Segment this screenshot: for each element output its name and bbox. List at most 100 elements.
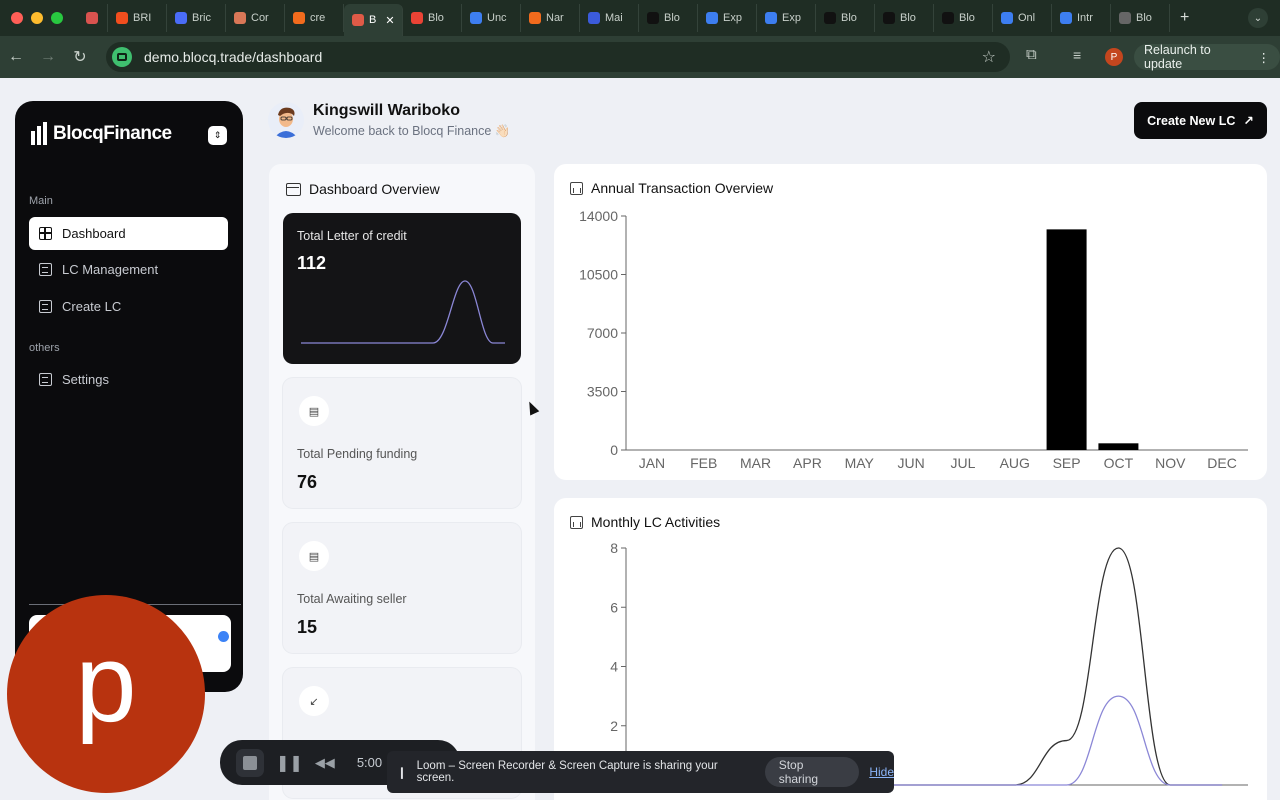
browser-tab[interactable]: Blo [403, 4, 462, 32]
sidebar-item-label: Create LC [62, 299, 122, 314]
browser-tab[interactable]: BRI [108, 4, 167, 32]
minimize-window-button[interactable] [31, 12, 43, 24]
favicon-icon [1119, 12, 1131, 24]
stat-card-awaiting-seller[interactable]: ▤ Total Awaiting seller 15 [283, 523, 521, 653]
sidebar-item-dashboard[interactable]: Dashboard [29, 217, 228, 250]
reload-icon[interactable]: ↻ [64, 47, 96, 67]
card-icon: ▤ [299, 541, 329, 571]
document-icon [39, 300, 52, 313]
favicon-icon [352, 14, 364, 26]
close-tab-icon[interactable]: ✕ [385, 14, 394, 27]
browser-tab[interactable]: Blo [1111, 4, 1170, 32]
favicon-icon [86, 12, 98, 24]
media-controls-icon[interactable]: ≡ [1073, 47, 1081, 63]
document-icon [39, 373, 52, 386]
x-tick-label: FEB [690, 455, 717, 471]
browser-tab[interactable]: Blo [875, 4, 934, 32]
tab-label: Blo [900, 12, 916, 24]
address-bar[interactable]: demo.blocq.trade/dashboard ☆ [106, 42, 1010, 72]
section-label-others: others [29, 342, 60, 354]
favicon-icon [293, 12, 305, 24]
user-name: Kingswill Wariboko [313, 102, 460, 119]
more-options-icon: ⋮ [1257, 50, 1271, 65]
extensions-icon[interactable]: ⧉ [1026, 46, 1037, 63]
browser-tab[interactable]: Exp [698, 4, 757, 32]
favicon-icon [1060, 12, 1072, 24]
stop-sharing-button[interactable]: Stop sharing [764, 757, 860, 787]
favicon-icon [175, 12, 187, 24]
x-tick-label: SEP [1053, 455, 1081, 471]
close-window-button[interactable] [11, 12, 23, 24]
sidebar-item-lc-management[interactable]: LC Management [29, 253, 228, 286]
tab-label: Blo [664, 12, 680, 24]
create-button-label: Create New LC [1147, 113, 1236, 128]
new-tab-button[interactable]: + [1180, 9, 1189, 27]
sidebar-collapse-icon[interactable]: ⇕ [208, 126, 227, 145]
tab-label: Blo [959, 12, 975, 24]
restart-icon[interactable]: ◀◀ [315, 755, 335, 771]
browser-tab[interactable]: cre [285, 4, 344, 32]
section-label-main: Main [29, 195, 53, 207]
stat-label: Total Pending funding [297, 447, 418, 461]
tab-search-icon[interactable]: ⌄ [1248, 8, 1268, 28]
panel-title: Dashboard Overview [286, 181, 440, 197]
bookmark-star-icon[interactable]: ☆ [982, 47, 996, 67]
browser-tab[interactable]: Intr [1052, 4, 1111, 32]
tab-label: Exp [782, 12, 801, 24]
x-tick-label: DEC [1207, 455, 1237, 471]
browser-tab[interactable]: Blo [934, 4, 993, 32]
avatar[interactable] [268, 102, 304, 138]
back-icon[interactable]: ← [0, 48, 32, 66]
browser-tab[interactable]: Cor [226, 4, 285, 32]
panel-title-text: Dashboard Overview [309, 181, 440, 197]
layout-icon [286, 182, 301, 196]
stop-recording-icon[interactable] [236, 748, 264, 777]
favicon-icon [234, 12, 246, 24]
x-tick-label: JUN [897, 455, 924, 471]
browser-tab[interactable]: Onl [993, 4, 1052, 32]
pause-icon[interactable]: ❚❚ [276, 753, 303, 773]
browser-tab[interactable]: Blo [639, 4, 698, 32]
site-info-icon[interactable] [112, 47, 132, 67]
favicon-icon [647, 12, 659, 24]
sidebar-item-create-lc[interactable]: Create LC [29, 290, 228, 323]
browser-tab[interactable]: Unc [462, 4, 521, 32]
drag-handle-icon[interactable]: ❙ [397, 765, 407, 779]
browser-tab[interactable]: Exp [757, 4, 816, 32]
browser-tab[interactable]: Blo [816, 4, 875, 32]
loom-camera-bubble[interactable]: p [7, 595, 205, 793]
browser-tab[interactable]: Bric [167, 4, 226, 32]
x-tick-label: APR [793, 455, 822, 471]
arrow-up-right-icon: ↗ [1243, 114, 1254, 128]
bar [1098, 443, 1139, 450]
stat-card-pending-funding[interactable]: ▤ Total Pending funding 76 [283, 378, 521, 508]
url-text: demo.blocq.trade/dashboard [144, 49, 323, 65]
favicon-icon [883, 12, 895, 24]
browser-tab[interactable]: Mai [580, 4, 639, 32]
y-tick-label: 3500 [587, 384, 618, 400]
favicon-icon [588, 12, 600, 24]
maximize-window-button[interactable] [51, 12, 63, 24]
hide-link[interactable]: Hide [869, 765, 894, 779]
browser-tab[interactable]: Nar [521, 4, 580, 32]
y-tick-label: 7000 [587, 325, 618, 341]
tab-label: B [369, 14, 377, 26]
y-tick-label: 10500 [579, 267, 618, 283]
create-new-lc-button[interactable]: Create New LC ↗ [1134, 102, 1267, 139]
forward-icon[interactable]: → [32, 48, 64, 66]
logo-mark-icon [31, 122, 47, 145]
browser-tab[interactable] [78, 4, 108, 32]
relaunch-button[interactable]: Relaunch to update ⋮ [1134, 43, 1280, 71]
x-tick-label: AUG [1000, 455, 1030, 471]
sidebar-item-label: Settings [62, 372, 109, 387]
grid-icon [39, 227, 52, 240]
x-tick-label: JAN [639, 455, 665, 471]
sidebar-item-settings[interactable]: Settings [29, 363, 228, 396]
bar [1046, 229, 1087, 450]
favicon-icon [824, 12, 836, 24]
tab-label: Exp [723, 12, 742, 24]
stat-card-total-lc[interactable]: Total Letter of credit 112 [283, 213, 521, 364]
profile-avatar[interactable]: P [1105, 48, 1123, 66]
browser-tab[interactable]: B ✕ [344, 4, 403, 36]
x-tick-label: JUL [950, 455, 975, 471]
